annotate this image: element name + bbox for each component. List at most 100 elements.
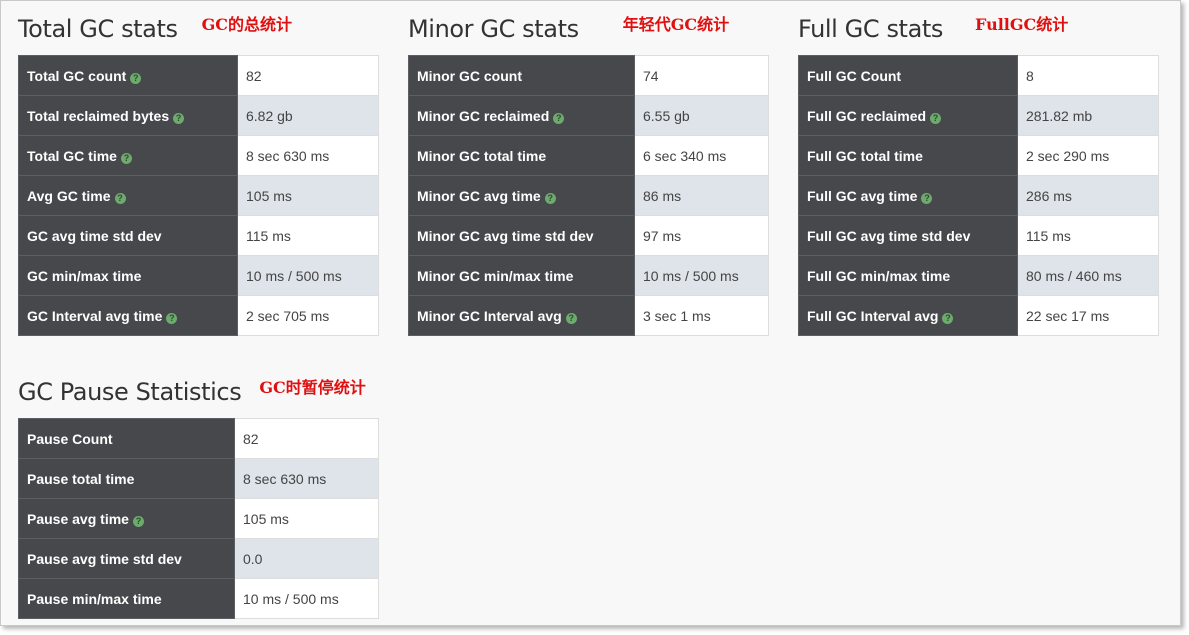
table-row: Full GC total time 2 sec 290 ms: [798, 135, 1159, 176]
help-icon[interactable]: ?: [930, 112, 942, 124]
minor-gc-panel: Minor GC stats 年轻代GC统计 Minor GC count 74…: [408, 15, 769, 336]
stat-label: Full GC reclaimed?: [798, 95, 1018, 136]
stat-label: GC avg time std dev: [18, 215, 238, 256]
stat-label: Pause min/max time: [18, 578, 235, 619]
stat-label: Pause Count: [18, 418, 235, 459]
stat-label: Full GC total time: [798, 135, 1018, 176]
minor-gc-title: Minor GC stats: [408, 15, 579, 43]
table-row: Pause Count 82: [18, 418, 379, 459]
stat-value: 10 ms / 500 ms: [237, 255, 379, 296]
help-icon[interactable]: ?: [132, 515, 144, 527]
stat-label: GC min/max time: [18, 255, 238, 296]
gc-pause-panel: GC Pause Statistics GC时暂停统计 Pause Count …: [18, 378, 379, 619]
stat-label: Minor GC count: [408, 55, 635, 96]
stat-value: 2 sec 290 ms: [1017, 135, 1159, 176]
table-row: Full GC Interval avg? 22 sec 17 ms: [798, 295, 1159, 336]
total-gc-panel: Total GC stats GC的总统计 Total GC count? 82…: [18, 15, 379, 336]
gc-pause-annotation: GC时暂停统计: [259, 378, 366, 397]
stat-value: 8 sec 630 ms: [234, 458, 379, 499]
full-gc-table: Full GC Count 8 Full GC reclaimed? 281.8…: [798, 55, 1159, 336]
stat-label: Minor GC Interval avg?: [408, 295, 635, 336]
stat-label: Total reclaimed bytes?: [18, 95, 238, 136]
stat-value: 105 ms: [237, 175, 379, 216]
stat-value: 3 sec 1 ms: [634, 295, 769, 336]
table-row: Full GC Count 8: [798, 55, 1159, 96]
help-icon[interactable]: ?: [173, 112, 185, 124]
table-row: Minor GC Interval avg? 3 sec 1 ms: [408, 295, 769, 336]
stat-value: 105 ms: [234, 498, 379, 539]
table-row: Full GC min/max time 80 ms / 460 ms: [798, 255, 1159, 296]
stat-value: 82: [234, 418, 379, 459]
stat-value: 2 sec 705 ms: [237, 295, 379, 336]
stat-label: Full GC Count: [798, 55, 1018, 96]
stat-label: Minor GC avg time std dev: [408, 215, 635, 256]
stat-label: Minor GC reclaimed?: [408, 95, 635, 136]
table-row: GC avg time std dev 115 ms: [18, 215, 379, 256]
stat-value: 82: [237, 55, 379, 96]
stat-label: Pause avg time?: [18, 498, 235, 539]
table-row: Minor GC count 74: [408, 55, 769, 96]
stat-value: 74: [634, 55, 769, 96]
stat-value: 86 ms: [634, 175, 769, 216]
stat-value: 6.82 gb: [237, 95, 379, 136]
full-gc-panel: Full GC stats FullGC统计 Full GC Count 8 F…: [798, 15, 1159, 336]
table-row: Minor GC min/max time 10 ms / 500 ms: [408, 255, 769, 296]
stat-label: Full GC min/max time: [798, 255, 1018, 296]
stat-value: 115 ms: [1017, 215, 1159, 256]
table-row: Avg GC time? 105 ms: [18, 175, 379, 216]
table-row: Minor GC avg time? 86 ms: [408, 175, 769, 216]
minor-gc-annotation: 年轻代GC统计: [622, 15, 730, 34]
table-row: Full GC avg time? 286 ms: [798, 175, 1159, 216]
stat-value: 6.55 gb: [634, 95, 769, 136]
stat-value: 6 sec 340 ms: [634, 135, 769, 176]
stat-value: 8: [1017, 55, 1159, 96]
help-icon[interactable]: ?: [114, 192, 126, 204]
total-gc-title: Total GC stats: [18, 15, 178, 43]
table-row: Pause avg time std dev 0.0: [18, 538, 379, 579]
stat-value: 281.82 mb: [1017, 95, 1159, 136]
stat-value: 22 sec 17 ms: [1017, 295, 1159, 336]
gc-stats-view: Total GC stats GC的总统计 Total GC count? 82…: [0, 0, 1181, 626]
total-gc-table: Total GC count? 82 Total reclaimed bytes…: [18, 55, 379, 336]
stat-label: Full GC avg time std dev: [798, 215, 1018, 256]
stat-label: Minor GC avg time?: [408, 175, 635, 216]
table-row: Pause avg time? 105 ms: [18, 498, 379, 539]
stat-label: Minor GC min/max time: [408, 255, 635, 296]
stat-label: Full GC avg time?: [798, 175, 1018, 216]
table-row: Pause min/max time 10 ms / 500 ms: [18, 578, 379, 619]
stat-value: 80 ms / 460 ms: [1017, 255, 1159, 296]
stat-label: Total GC time?: [18, 135, 238, 176]
full-gc-annotation: FullGC统计: [975, 15, 1069, 34]
help-icon[interactable]: ?: [166, 312, 178, 324]
stat-label: GC Interval avg time?: [18, 295, 238, 336]
stat-value: 10 ms / 500 ms: [234, 578, 379, 619]
stat-label: Full GC Interval avg?: [798, 295, 1018, 336]
table-row: GC Interval avg time? 2 sec 705 ms: [18, 295, 379, 336]
stat-value: 115 ms: [237, 215, 379, 256]
help-icon[interactable]: ?: [553, 112, 565, 124]
table-row: Minor GC total time 6 sec 340 ms: [408, 135, 769, 176]
gc-pause-title: GC Pause Statistics: [18, 378, 242, 406]
table-row: Full GC avg time std dev 115 ms: [798, 215, 1159, 256]
full-gc-title: Full GC stats: [798, 15, 943, 43]
help-icon[interactable]: ?: [565, 312, 577, 324]
stat-label: Pause avg time std dev: [18, 538, 235, 579]
gc-pause-table: Pause Count 82 Pause total time 8 sec 63…: [18, 418, 379, 619]
table-row: Pause total time 8 sec 630 ms: [18, 458, 379, 499]
stat-value: 286 ms: [1017, 175, 1159, 216]
stat-label: Total GC count?: [18, 55, 238, 96]
help-icon[interactable]: ?: [921, 192, 933, 204]
stat-value: 10 ms / 500 ms: [634, 255, 769, 296]
stat-value: 97 ms: [634, 215, 769, 256]
stat-label: Minor GC total time: [408, 135, 635, 176]
help-icon[interactable]: ?: [942, 312, 954, 324]
help-icon[interactable]: ?: [130, 72, 142, 84]
table-row: Total GC time? 8 sec 630 ms: [18, 135, 379, 176]
stat-value: 0.0: [234, 538, 379, 579]
table-row: Total reclaimed bytes? 6.82 gb: [18, 95, 379, 136]
table-row: Minor GC reclaimed? 6.55 gb: [408, 95, 769, 136]
table-row: Minor GC avg time std dev 97 ms: [408, 215, 769, 256]
help-icon[interactable]: ?: [544, 192, 556, 204]
table-row: Total GC count? 82: [18, 55, 379, 96]
help-icon[interactable]: ?: [120, 152, 132, 164]
